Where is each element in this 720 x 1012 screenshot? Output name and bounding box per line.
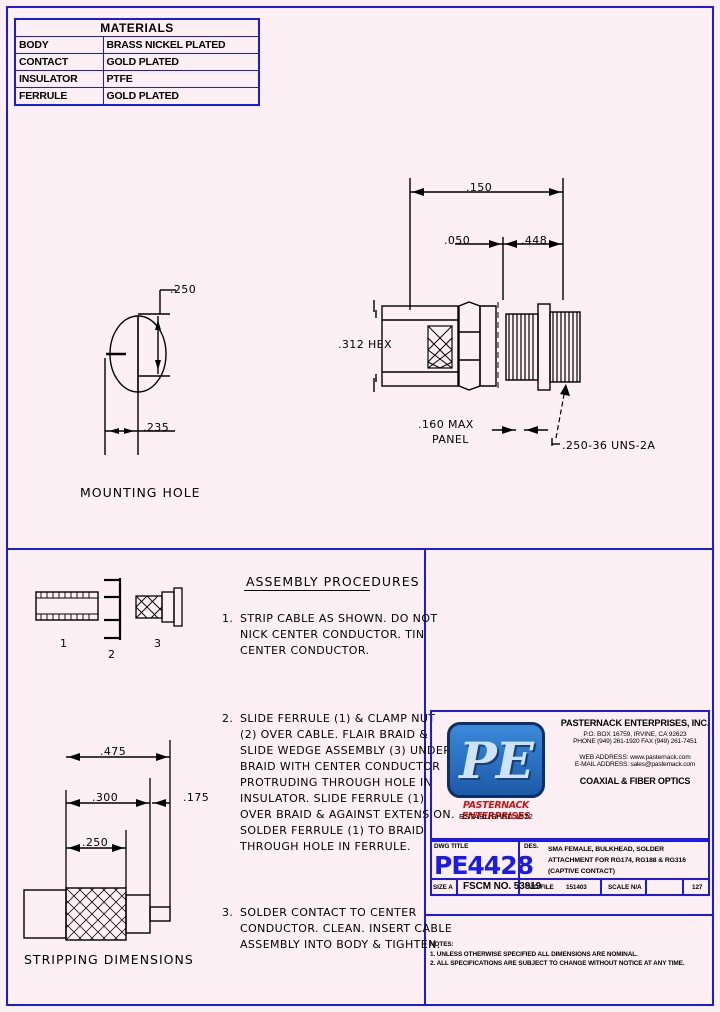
cad-file-value: 151403: [566, 884, 587, 891]
note-item-2: 2. ALL SPECIFICATIONS ARE SUBJECT TO CHA…: [430, 960, 685, 967]
stripping-caption: STRIPPING DIMENSIONS: [24, 952, 194, 967]
company-tagline: COAXIAL & FIBER OPTICS: [579, 776, 691, 786]
des-label: DES.: [524, 843, 539, 850]
size-divider: [456, 878, 458, 896]
pe-logo-letters: PE: [459, 731, 534, 790]
note-item-1: 1. UNLESS OTHERWISE SPECIFIED ALL DIMENS…: [430, 950, 638, 958]
logo-established: ESTABLISHED 1972: [459, 812, 533, 821]
company-email: E-MAIL ADDRESS: sales@pasternack.com: [574, 761, 696, 768]
notes-list: NOTES: 1. UNLESS OTHERWISE SPECIFIED ALL…: [430, 940, 710, 969]
description-line-2: ATTACHMENT FOR RG174, RG188 & RG316: [548, 857, 686, 864]
dwg-title-label: DWG TITLE: [434, 843, 469, 850]
pe-badge-icon: PE: [447, 722, 545, 798]
stripping-dim-475: .475: [100, 745, 127, 758]
scale-divider: [645, 878, 647, 896]
cad-divider: [600, 878, 602, 896]
part-number: PE4428: [434, 851, 534, 880]
notes-heading: NOTES:: [430, 941, 454, 948]
cad-file-label: CAD FILE: [525, 884, 554, 891]
company-info: PASTERNACK ENTERPRISES, INC. P.O. BOX 16…: [560, 718, 710, 786]
sheet-divider: [682, 878, 684, 896]
size-label: SIZE A: [433, 884, 453, 891]
notes-divider: [426, 914, 712, 916]
stripping-dim-300: .300: [92, 791, 119, 804]
company-web: WEB ADDRESS: www.pasternack.com: [579, 754, 691, 761]
stripping-dim-175: .175: [183, 791, 210, 804]
description-line-3: (CAPTIVE CONTACT): [548, 868, 615, 875]
sheet-number: 127: [692, 884, 703, 891]
scale-value: SCALE N/A: [608, 884, 642, 891]
company-logo: PE PASTERNACK ENTERPRISES ESTABLISHED 19…: [437, 716, 557, 828]
company-address: P.O. BOX 16759, IRVINE, CA 92623: [583, 731, 687, 738]
company-name: PASTERNACK ENTERPRISES, INC.: [560, 718, 710, 728]
stripping-dim-250: .250: [82, 836, 109, 849]
description-line-1: SMA FEMALE, BULKHEAD, SOLDER: [548, 846, 664, 853]
company-phone: PHONE (949) 261-1920 FAX (949) 261-7451: [573, 738, 697, 745]
